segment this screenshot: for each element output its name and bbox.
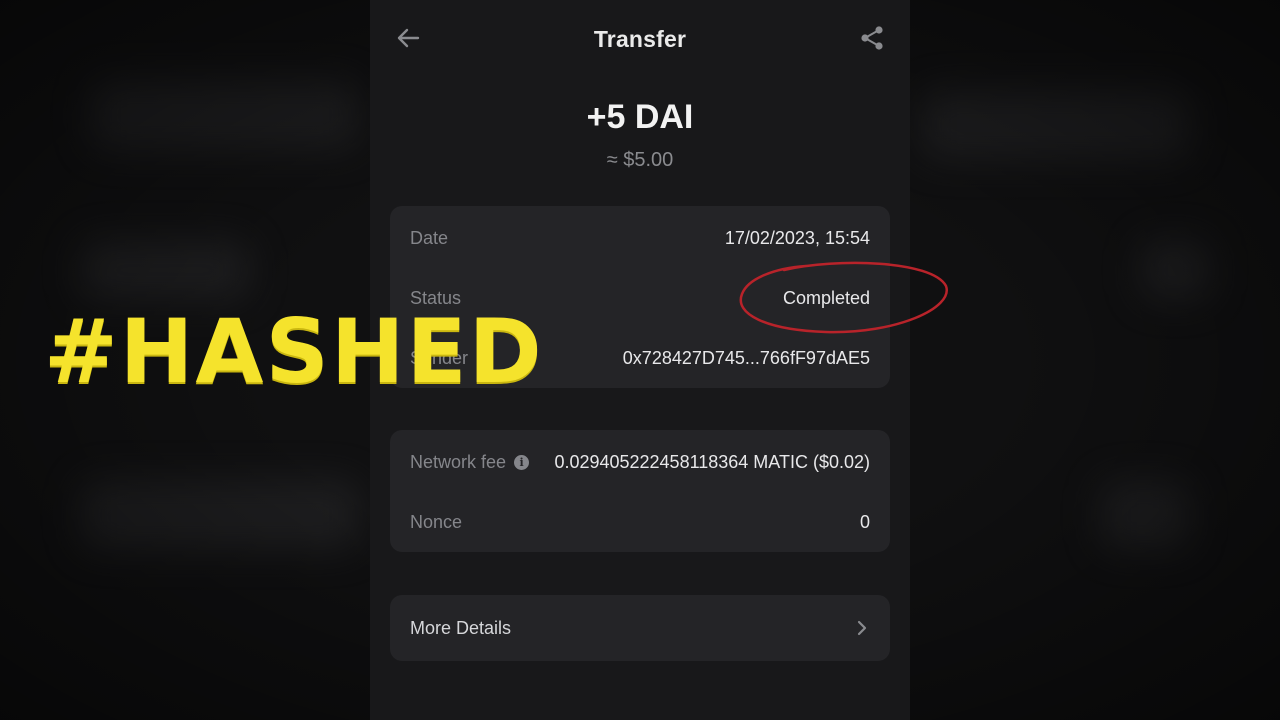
nonce-label: Nonce — [410, 511, 463, 532]
network-fee-row: Network fee i 0.029405222458118364 MATIC… — [410, 447, 870, 477]
page-title: Transfer — [593, 26, 687, 52]
more-details-button[interactable]: More Details — [390, 595, 890, 661]
date-row: Date 17/02/2023, 15:54 — [410, 223, 870, 253]
fee-card: Network fee i 0.029405222458118364 MATIC… — [390, 430, 890, 552]
blurred-background-left-3 — [80, 480, 360, 550]
blurred-background-right-1 — [920, 90, 1190, 160]
blurred-background-right-2 — [1140, 240, 1210, 300]
fiat-equivalent: ≈ $5.00 — [606, 149, 674, 171]
status-value: Completed — [782, 287, 870, 308]
video-frame: Transfer +5 DAI ≈ $5.00 Date 17/02/2023,… — [0, 0, 1280, 720]
network-fee-label: Network fee — [410, 451, 507, 472]
date-value: 17/02/2023, 15:54 — [724, 227, 870, 248]
top-bar: Transfer — [370, 0, 910, 78]
blurred-background-left-2 — [80, 240, 250, 300]
nonce-value: 0 — [859, 511, 870, 532]
network-fee-value: 0.029405222458118364 MATIC ($0.02) — [554, 451, 870, 472]
sender-address[interactable]: 0x728427D745...766fF97dAE5 — [623, 348, 870, 369]
chevron-right-icon — [857, 620, 867, 636]
blurred-background-right-3 — [1100, 480, 1190, 550]
more-details-label: More Details — [410, 617, 512, 638]
transfer-amount: +5 DAI — [586, 98, 694, 136]
date-label: Date — [410, 227, 449, 248]
nonce-row: Nonce 0 — [410, 507, 870, 537]
share-icon — [861, 26, 883, 50]
network-fee-label-group: Network fee i — [410, 451, 530, 473]
info-icon[interactable]: i — [514, 454, 530, 470]
hashtag-overlay: #HASHED — [44, 300, 544, 403]
share-button[interactable] — [858, 24, 886, 52]
more-details-row: More Details — [410, 613, 870, 643]
blurred-background-left-1 — [90, 80, 360, 150]
